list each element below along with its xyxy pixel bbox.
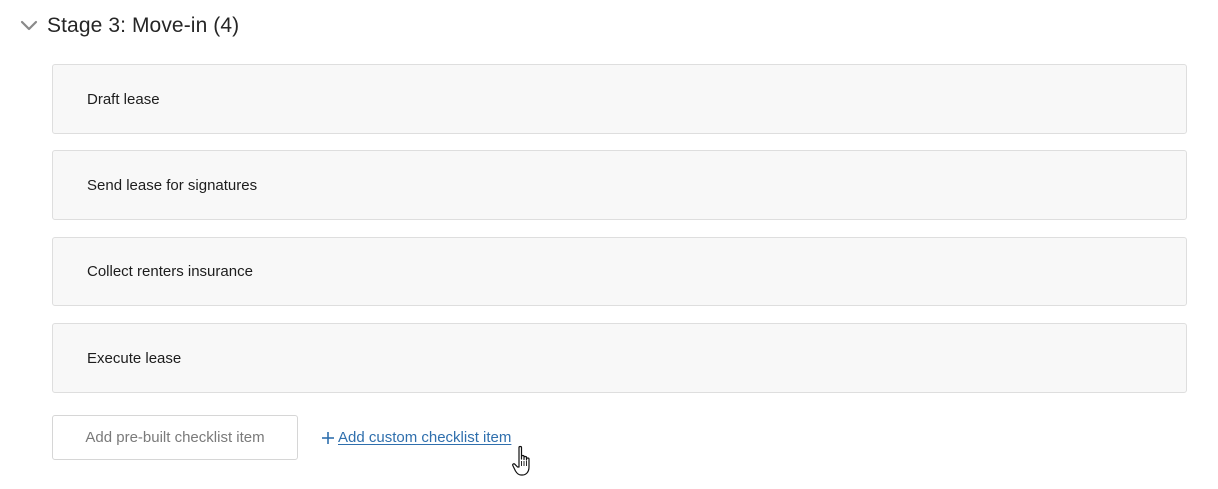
- plus-icon: [321, 431, 335, 445]
- checklist-item-label: Collect renters insurance: [87, 263, 253, 280]
- checklist-item-label: Send lease for signatures: [87, 176, 258, 194]
- hand-pointer-icon: [511, 445, 537, 479]
- stage-header[interactable]: Stage 3: Move-in (4): [18, 12, 239, 40]
- chevron-down-icon[interactable]: [18, 15, 40, 37]
- checklist-item-label: Draft lease: [87, 90, 160, 108]
- add-prebuilt-item-button[interactable]: Add pre-built checklist item: [52, 415, 298, 460]
- stage-title: Stage 3: Move-in (4): [47, 14, 240, 37]
- checklist-actions: Add pre-built checklist item Add custom …: [52, 415, 511, 460]
- checklist-items: Draft lease Send lease for signatures Co…: [52, 64, 1187, 409]
- add-custom-item-label: Add custom checklist item: [338, 429, 512, 446]
- checklist-stage: Stage 3: Move-in (4) Draft lease Send le…: [0, 0, 1218, 489]
- checklist-item-draft-lease[interactable]: Draft lease: [52, 64, 1187, 134]
- checklist-item-send-lease[interactable]: Send lease for signatures: [52, 150, 1187, 220]
- add-custom-item-link[interactable]: Add custom checklist item: [321, 429, 511, 446]
- checklist-item-label: Execute lease: [87, 349, 182, 367]
- checklist-item-execute-lease[interactable]: Execute lease: [52, 323, 1187, 393]
- checklist-item-renters-insurance[interactable]: Collect renters insurance: [52, 237, 1187, 306]
